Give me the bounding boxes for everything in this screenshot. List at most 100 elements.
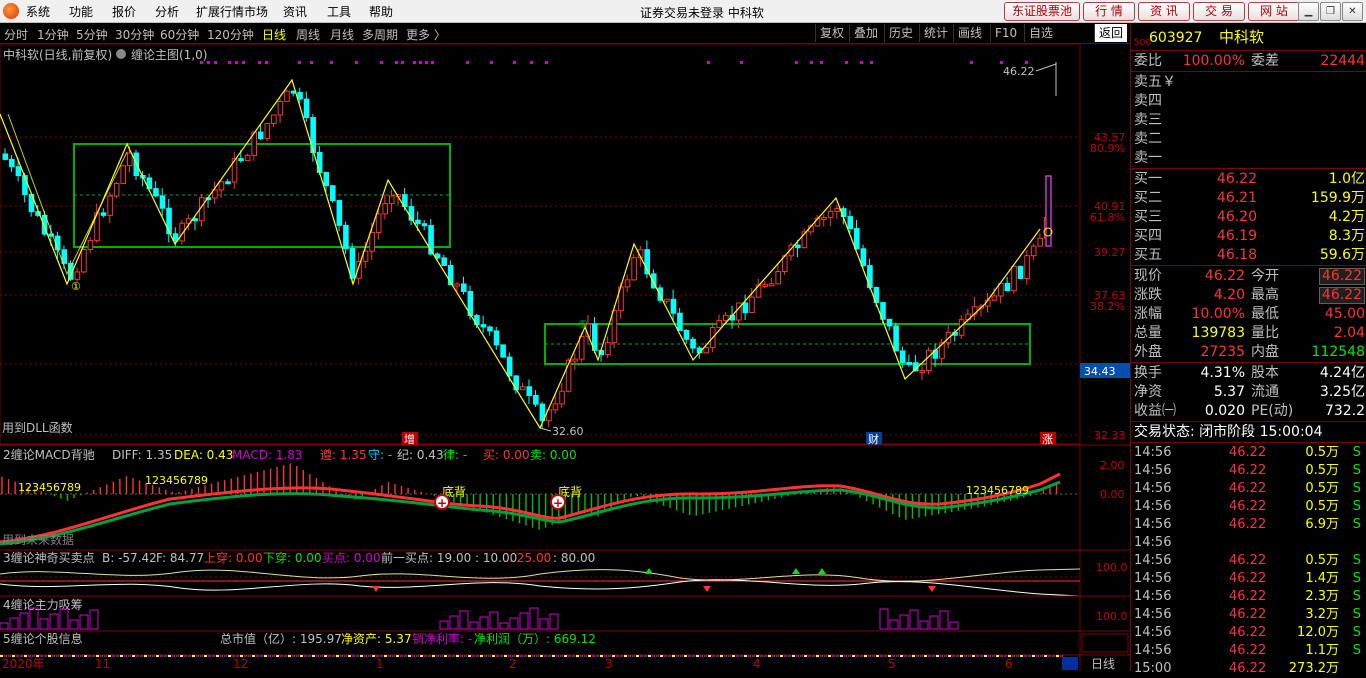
tick-row: 14:56 46.22 1.1万 S — [1131, 642, 1366, 660]
bid-label: 买一 — [1134, 171, 1162, 187]
menu-bar: 系统 功能 报价 分析 扩展行情市场 资讯 工具 帮助 证券交易未登录 中科软 … — [0, 0, 1366, 23]
stripe-cell — [584, 655, 587, 657]
tick-time: 14:56 — [1134, 517, 1172, 532]
signal-dot — [242, 61, 245, 64]
stripe-cell — [336, 655, 339, 657]
tick-price: 46.22 — [1229, 589, 1267, 604]
stripe-cell — [312, 655, 315, 657]
period-tick[interactable]: 分时 — [4, 26, 28, 43]
menu-analysis[interactable]: 分析 — [155, 3, 179, 20]
tool-watchlist[interactable]: 自选 — [1024, 24, 1057, 42]
scroll-indicator[interactable] — [1062, 657, 1078, 670]
zl-bar — [499, 622, 509, 630]
zl-bar — [879, 608, 889, 630]
period-60min[interactable]: 60分钟 — [160, 26, 199, 43]
signal-dot — [795, 61, 798, 64]
stripe-cell — [456, 655, 459, 657]
tool-stats[interactable]: 统计 — [919, 24, 952, 42]
stripe-cell — [544, 655, 547, 657]
stripe-cell — [368, 655, 371, 657]
tool-fuquan[interactable]: 复权 — [815, 24, 848, 42]
stripe-cell — [1040, 655, 1043, 657]
macd-extra: 买: 0.00 — [483, 448, 530, 462]
stripe-cell — [900, 655, 903, 657]
bid-price: 46.19 — [1216, 228, 1257, 244]
stat-row: 现价 46.22 今开 46.22 — [1131, 267, 1366, 285]
menu-extended-market[interactable]: 扩展行情市场 — [196, 3, 268, 20]
website-button[interactable]: 网 站 — [1248, 2, 1300, 21]
indicator-toggle-icon[interactable] — [116, 49, 126, 59]
period-more[interactable]: 更多 〉 — [406, 26, 446, 43]
stripe-cell — [84, 655, 87, 657]
macd-extra: 守: - — [368, 448, 392, 462]
stripe-cell — [192, 655, 195, 657]
date-label: 4 — [753, 657, 761, 671]
stripe-cell — [388, 655, 391, 657]
close-icon[interactable]: ✕ — [1342, 2, 1363, 21]
tool-history[interactable]: 历史 — [884, 24, 917, 42]
stock-pool-button[interactable]: 东证股票池 — [1004, 2, 1080, 21]
tick-price: 46.22 — [1229, 481, 1267, 496]
stripe-cell — [88, 655, 91, 657]
menu-help[interactable]: 帮助 — [369, 3, 393, 20]
tool-f10[interactable]: F10 — [990, 24, 1021, 42]
menu-tools[interactable]: 工具 — [327, 3, 351, 20]
period-monthly[interactable]: 月线 — [330, 26, 354, 43]
tool-overlay[interactable]: 叠加 — [849, 24, 882, 42]
market-button[interactable]: 行 情 — [1083, 2, 1135, 21]
period-30min[interactable]: 30分钟 — [115, 26, 154, 43]
period-daily[interactable]: 日线 — [262, 26, 286, 43]
stripe-cell — [548, 655, 551, 657]
zl-bar — [469, 621, 479, 630]
stat-value: 2.04 — [1333, 325, 1365, 341]
stripe-cell — [296, 655, 299, 657]
date-label: 6 — [1005, 657, 1013, 671]
zl-bar — [9, 617, 19, 630]
kline-chart[interactable]: 中科软(日线,前复权) 缠论主图(1,0) 43.57 80.9% 40.91 … — [0, 44, 1130, 671]
menu-quote[interactable]: 报价 — [112, 3, 136, 20]
zl-bar — [899, 614, 909, 630]
menu-news[interactable]: 资讯 — [283, 3, 307, 20]
tick-price: 46.22 — [1229, 625, 1267, 640]
period-weekly[interactable]: 周线 — [296, 26, 320, 43]
stripe-cell — [996, 655, 999, 657]
tool-back[interactable]: 返回 — [1094, 24, 1128, 42]
zl-histogram — [0, 607, 959, 630]
stripe-cell — [928, 655, 931, 657]
zl-bar — [49, 613, 59, 630]
buy-point-marker-icon: ⑤ — [578, 318, 588, 331]
period-1min[interactable]: 1分钟 — [37, 26, 69, 43]
stripe-cell — [476, 655, 479, 657]
sq-title: 3缠论神奇买卖点 — [3, 550, 95, 565]
stripe-cell — [800, 655, 803, 657]
menu-function[interactable]: 功能 — [69, 3, 93, 20]
tick-row: 14:56 — [1131, 534, 1366, 552]
weicha-value: 22444 — [1320, 53, 1365, 69]
minimize-icon[interactable]: ▁ — [1298, 2, 1319, 21]
candle — [133, 149, 140, 180]
stripe-cell — [220, 655, 223, 657]
zl-bar — [19, 612, 29, 630]
trade-button[interactable]: 交 易 — [1193, 2, 1245, 21]
stripe-cell — [668, 655, 671, 657]
tick-price: 46.22 — [1229, 607, 1267, 622]
tick-time: 14:56 — [1134, 625, 1172, 640]
stripe-cell — [532, 655, 535, 657]
tool-draw[interactable]: 画线 — [953, 24, 986, 42]
stripe-cell — [812, 655, 815, 657]
stripe-cell — [864, 655, 867, 657]
period-5min[interactable]: 5分钟 — [76, 26, 108, 43]
tick-side: S — [1352, 643, 1361, 658]
candle — [81, 246, 87, 274]
period-120min[interactable]: 120分钟 — [207, 26, 254, 43]
stripe-cell — [940, 655, 943, 657]
stripe-cell — [136, 655, 139, 657]
restore-icon[interactable]: ❐ — [1320, 2, 1341, 21]
divider — [1131, 421, 1366, 422]
tick-row: 14:56 46.22 0.5万 S — [1131, 444, 1366, 462]
period-multi[interactable]: 多周期 — [362, 26, 398, 43]
news-button[interactable]: 资 讯 — [1138, 2, 1190, 21]
stripe-cell — [964, 655, 967, 657]
menu-system[interactable]: 系统 — [26, 3, 50, 20]
date-label: 2 — [509, 657, 517, 671]
